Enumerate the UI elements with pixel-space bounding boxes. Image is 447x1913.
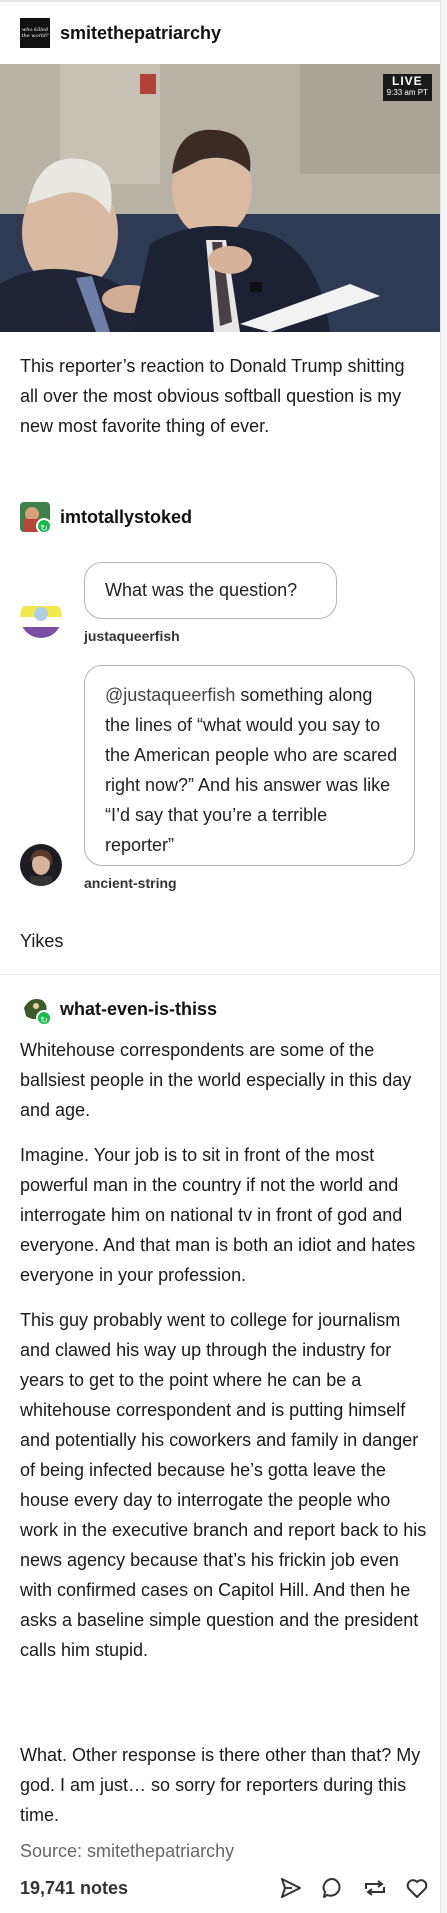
- ask-text: What was the question?: [105, 580, 298, 600]
- live-badge: LIVE 9:33 am PT: [382, 74, 432, 101]
- reblog-divider: [0, 974, 440, 975]
- reply-icon[interactable]: [320, 1875, 346, 1901]
- paragraph-2: Imagine. Your job is to sit in front of …: [20, 1145, 416, 1285]
- reblog-icon: ↻: [36, 518, 50, 532]
- reblog-blog-name[interactable]: imtotallystoked: [60, 507, 192, 528]
- reblog-icon[interactable]: [362, 1875, 388, 1901]
- answerer-avatar-image: [20, 844, 62, 886]
- asker-avatar[interactable]: [20, 596, 62, 638]
- press-room-illustration: [0, 64, 440, 332]
- reblog-avatar[interactable]: ↻: [20, 994, 50, 1024]
- tumblr-post: who killed the world? smitethepatriarchy: [0, 0, 447, 1913]
- paragraph-1: Whitehouse correspondents are some of th…: [20, 1040, 412, 1120]
- post-photo[interactable]: LIVE 9:33 am PT: [0, 64, 440, 332]
- answerer-avatar[interactable]: [20, 844, 62, 886]
- like-icon[interactable]: [404, 1875, 430, 1901]
- answer-text: something along the lines of “what would…: [105, 685, 398, 855]
- reblog-comment: Yikes: [20, 931, 64, 951]
- share-icon[interactable]: [278, 1875, 304, 1901]
- post-footer: 19,741 notes: [20, 1873, 430, 1903]
- reblog-avatar[interactable]: ↻: [20, 502, 50, 532]
- notes-count[interactable]: 19,741 notes: [20, 1878, 128, 1899]
- post-header: who killed the world? smitethepatriarchy: [20, 18, 221, 48]
- reblog-blog-name[interactable]: what-even-is-thiss: [60, 999, 217, 1020]
- reblog-header-2: ↻ what-even-is-thiss: [20, 994, 217, 1024]
- blog-avatar[interactable]: who killed the world?: [20, 18, 50, 48]
- blog-name[interactable]: smitethepatriarchy: [60, 23, 221, 44]
- paragraph-4: What. Other response is there other than…: [20, 1745, 421, 1825]
- answer-bubble: @justaqueerfish something along the line…: [84, 665, 415, 866]
- post-actions: [278, 1875, 430, 1901]
- reblog-icon: ↻: [36, 1010, 50, 1024]
- asker-name[interactable]: justaqueerfish: [84, 628, 180, 644]
- ask-bubble: What was the question?: [84, 562, 337, 619]
- live-time: 9:33 am PT: [386, 88, 428, 97]
- paragraph-3: This guy probably went to college for jo…: [20, 1310, 427, 1660]
- nonbinary-flag-avatar: [20, 596, 62, 638]
- top-divider: [0, 0, 447, 2]
- source-link[interactable]: Source: smitethepatriarchy: [20, 1838, 234, 1864]
- reblog-header-1: ↻ imtotallystoked: [20, 502, 192, 532]
- scrollbar-track[interactable]: [440, 0, 447, 1913]
- live-label: LIVE: [391, 74, 423, 88]
- post-caption: This reporter’s reaction to Donald Trump…: [20, 356, 405, 436]
- mention-link[interactable]: @justaqueerfish: [105, 685, 235, 705]
- answerer-name[interactable]: ancient-string: [84, 875, 177, 891]
- avatar-text: who killed the world?: [21, 27, 49, 39]
